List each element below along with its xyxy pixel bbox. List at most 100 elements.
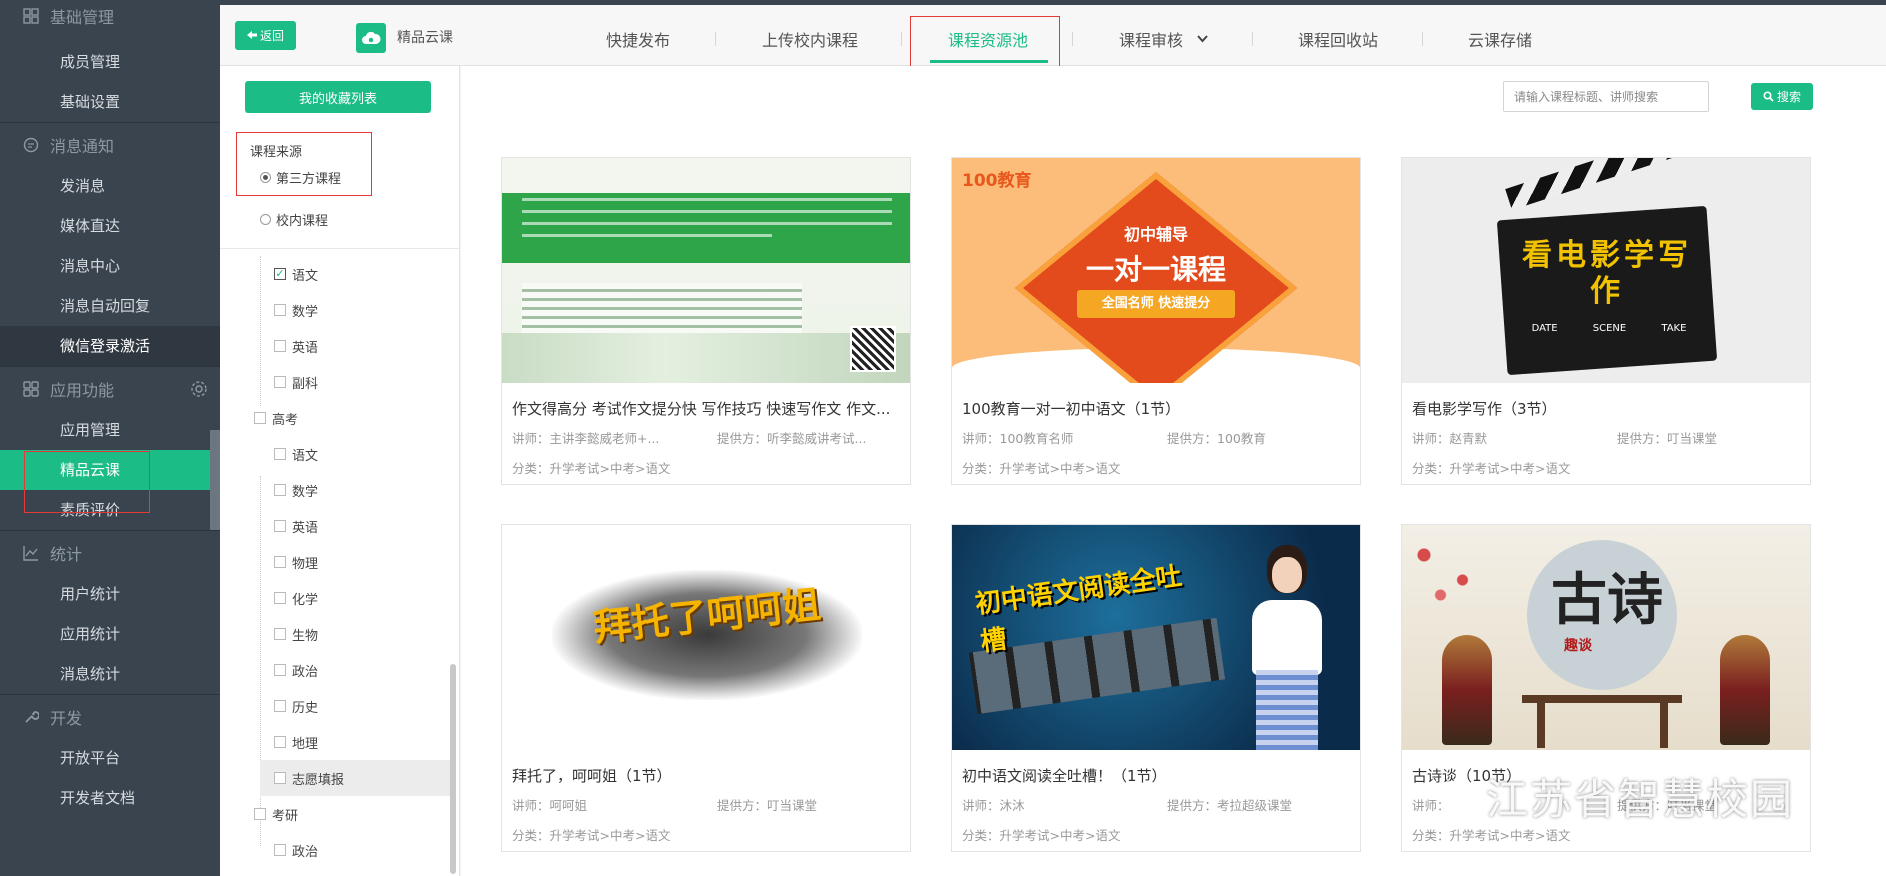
sidebar-item-wechat-login[interactable]: 微信登录激活 (0, 326, 220, 366)
tab-upload-course[interactable]: 上传校内课程 (762, 27, 858, 51)
nav-section-dev[interactable]: 开发 (0, 694, 220, 738)
tree-item-gk-application[interactable]: 志愿填报 (260, 760, 456, 796)
tree-item-minor[interactable]: 副科 (220, 364, 459, 400)
banner-strip (502, 193, 910, 263)
tree-group-kaoyan[interactable]: 考研 (220, 796, 459, 832)
sidebar-item-media-direct[interactable]: 媒体直达 (0, 206, 220, 246)
course-card[interactable]: 100教育 初中辅导 一对一课程 全国名师 快速提分 100教育一对一初中语文（… (951, 157, 1361, 485)
tree-item-gk-history[interactable]: 历史 (220, 688, 459, 724)
tab-quick-publish[interactable]: 快捷发布 (606, 27, 670, 51)
sidebar-item-send-message[interactable]: 发消息 (0, 166, 220, 206)
course-title[interactable]: 100教育一对一初中语文（1节） (962, 398, 1352, 419)
course-teacher: 讲师：主讲李懿威老师+... (512, 431, 660, 446)
course-title[interactable]: 拜托了，呵呵姐（1节） (512, 765, 902, 786)
tree-item-gk-chinese[interactable]: 语文 (220, 436, 459, 472)
radio-third-party[interactable]: 第三方课程 (260, 168, 341, 187)
tree-item-ky-politics[interactable]: 政治 (220, 832, 459, 868)
nav-section-messages[interactable]: 消息通知 (0, 122, 220, 166)
tree-item-chinese[interactable]: 语文 (220, 256, 459, 292)
filter-scrollbar[interactable] (450, 664, 456, 874)
watermark: 江苏省智慧校园 (1436, 766, 1794, 827)
tree-label: 历史 (292, 700, 319, 716)
active-tab-indicator (930, 60, 1048, 63)
text-line (522, 222, 892, 225)
back-button[interactable]: 返回 (235, 21, 296, 50)
tab-cloud-storage[interactable]: 云课存储 (1468, 27, 1532, 51)
back-label: 返回 (259, 29, 284, 43)
sidebar-item-user-stats[interactable]: 用户统计 (0, 574, 220, 614)
tree-item-gk-math[interactable]: 数学 (220, 472, 459, 508)
tab-label: 课程审核 (1119, 31, 1184, 50)
tab-course-review[interactable]: 课程审核 (1119, 27, 1208, 51)
sidebar-item-auto-reply[interactable]: 消息自动回复 (0, 286, 220, 326)
tab-divider (901, 32, 902, 46)
course-thumbnail[interactable]: 初中语文阅读全吐槽 (952, 525, 1360, 750)
search-icon (1763, 91, 1774, 102)
checkbox[interactable] (274, 628, 286, 640)
checkbox[interactable] (274, 484, 286, 496)
sidebar-item-app-manage[interactable]: 应用管理 (0, 410, 220, 450)
course-card[interactable]: 拜托了呵呵姐 拜托了，呵呵姐（1节） 讲师：呵呵姐 提供方：叮当课堂 分类：升学… (501, 524, 911, 852)
sidebar-item-members[interactable]: 成员管理 (0, 42, 220, 82)
tree-label: 英语 (292, 520, 319, 536)
sidebar-item-message-center[interactable]: 消息中心 (0, 246, 220, 286)
course-thumbnail[interactable] (502, 158, 910, 383)
checkbox[interactable] (274, 268, 286, 280)
sidebar-item-dev-docs[interactable]: 开发者文档 (0, 778, 220, 818)
sidebar-item-open-platform[interactable]: 开放平台 (0, 738, 220, 778)
search-input[interactable] (1503, 81, 1709, 112)
nav-section-basic[interactable]: 基础管理 (0, 0, 220, 42)
tree-item-gk-politics[interactable]: 政治 (220, 652, 459, 688)
tree-item-math[interactable]: 数学 (220, 292, 459, 328)
sidebar-item-app-stats[interactable]: 应用统计 (0, 614, 220, 654)
course-title[interactable]: 初中语文阅读全吐槽！（1节） (962, 765, 1352, 786)
nav-section-apps[interactable]: 应用功能 (0, 366, 220, 410)
tree-item-gk-biology[interactable]: 生物 (220, 616, 459, 652)
tree-item-ky-english[interactable]: 英语 (220, 868, 459, 876)
checkbox[interactable] (274, 592, 286, 604)
checkbox[interactable] (274, 664, 286, 676)
course-title[interactable]: 作文得高分 考试作文提分快 写作技巧 快速写作文 作文... (512, 398, 902, 419)
checkbox[interactable] (274, 556, 286, 568)
tree-item-gk-geography[interactable]: 地理 (220, 724, 459, 760)
course-card[interactable]: 作文得高分 考试作文提分快 写作技巧 快速写作文 作文... 讲师：主讲李懿威老… (501, 157, 911, 485)
sidebar-item-msg-stats[interactable]: 消息统计 (0, 654, 220, 694)
tree-item-gk-chemistry[interactable]: 化学 (220, 580, 459, 616)
checkbox[interactable] (274, 844, 286, 856)
nav-section-label: 开发 (50, 708, 83, 728)
checkbox[interactable] (274, 736, 286, 748)
checkbox[interactable] (274, 304, 286, 316)
course-card[interactable]: 看电影学写作 DATE SCENE TAKE 看电影学写作（3节） 讲师：赵青默… (1401, 157, 1811, 485)
tree-item-gk-physics[interactable]: 物理 (220, 544, 459, 580)
tab-resource-pool[interactable]: 课程资源池 (948, 27, 1028, 51)
course-title[interactable]: 看电影学写作（3节） (1412, 398, 1802, 419)
tree-item-english[interactable]: 英语 (220, 328, 459, 364)
favorites-button[interactable]: 我的收藏列表 (245, 81, 431, 113)
checkbox[interactable] (254, 412, 266, 424)
sidebar-item-cloud-course[interactable]: 精品云课 (0, 450, 220, 490)
course-thumbnail[interactable]: 看电影学写作 DATE SCENE TAKE (1402, 158, 1810, 383)
checkbox[interactable] (274, 448, 286, 460)
course-thumbnail[interactable]: 100教育 初中辅导 一对一课程 全国名师 快速提分 (952, 158, 1360, 383)
course-thumbnail[interactable]: 古诗 趣谈 (1402, 525, 1810, 750)
checkbox[interactable] (274, 772, 286, 784)
tree-group-gaokao[interactable]: 高考 (220, 400, 459, 436)
checkbox[interactable] (274, 700, 286, 712)
tree-item-gk-english[interactable]: 英语 (220, 508, 459, 544)
checkbox[interactable] (274, 340, 286, 352)
course-thumbnail[interactable]: 拜托了呵呵姐 (502, 525, 910, 750)
skirt (1256, 670, 1318, 750)
tab-recycle-bin[interactable]: 课程回收站 (1298, 27, 1378, 51)
checkbox[interactable] (254, 808, 266, 820)
gear-icon[interactable] (190, 380, 208, 398)
sidebar-scrollbar[interactable] (210, 430, 220, 530)
course-card[interactable]: 初中语文阅读全吐槽 初中语文阅读全吐槽！（1节） 讲师：沐沐 提供方：考拉超级课… (951, 524, 1361, 852)
checkbox[interactable] (274, 520, 286, 532)
checkbox[interactable] (274, 376, 286, 388)
search-button[interactable]: 搜索 (1751, 83, 1813, 110)
nav-section-stats[interactable]: 统计 (0, 530, 220, 574)
sidebar-item-basic-settings[interactable]: 基础设置 (0, 82, 220, 122)
radio-campus[interactable]: 校内课程 (260, 210, 328, 229)
sidebar-item-quality-eval[interactable]: 素质评价 (0, 490, 220, 530)
course-provider: 提供方：听李懿威讲考试... (717, 431, 867, 446)
